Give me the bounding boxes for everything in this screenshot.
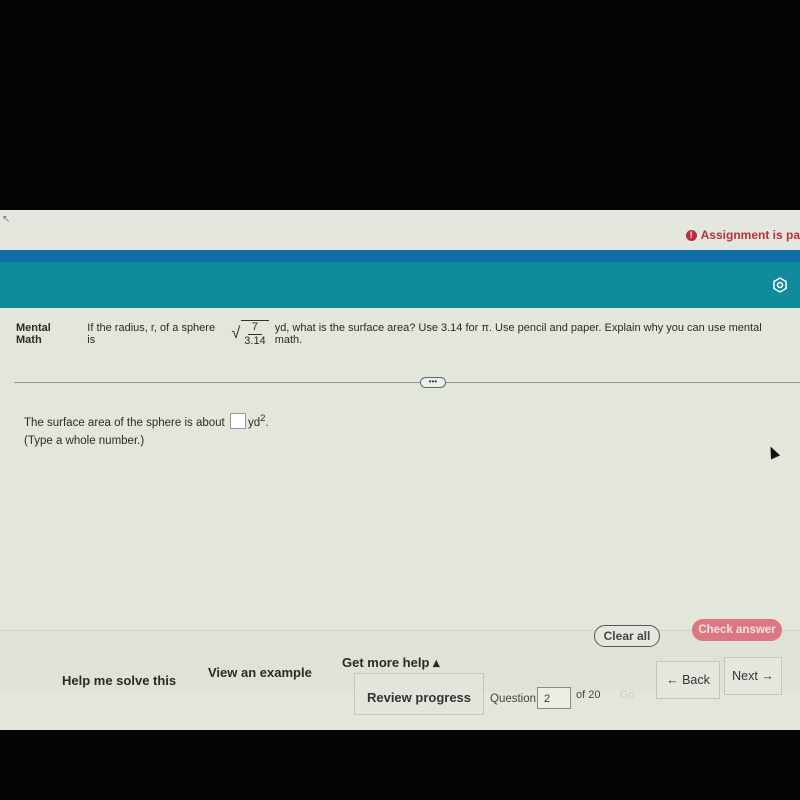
question-text: Mental Math If the radius, r, of a spher… <box>16 320 790 348</box>
app-screen: ↖ ! Assignment is pa Mental Math If the … <box>0 210 800 730</box>
answer-hint: (Type a whole number.) <box>24 434 145 447</box>
nav-bar: Review progress Question 2 of 20 Go ← Ba… <box>0 657 800 730</box>
answer-suffix: . <box>265 416 269 429</box>
next-button[interactable]: Next → <box>724 657 782 695</box>
alert-icon: ! <box>685 229 697 241</box>
assignment-status[interactable]: ! Assignment is pa <box>685 228 800 242</box>
answer-unit: yd <box>247 416 261 429</box>
mouse-pointer-icon <box>765 444 781 460</box>
sqrt-fraction: √ 7 3.14 <box>231 320 269 348</box>
go-button[interactable]: Go <box>620 689 635 701</box>
assignment-status-text: Assignment is pa <box>700 228 800 242</box>
top-bar: ↖ ! Assignment is pa <box>0 210 800 250</box>
sqrt-icon: √ <box>231 325 241 342</box>
question-text-before: If the radius, r, of a sphere is <box>87 322 216 346</box>
answer-prefix: The surface area of the sphere is about <box>24 416 225 429</box>
question-number-input[interactable]: 2 <box>537 687 571 709</box>
question-text-after: yd, what is the surface area? Use 3.14 f… <box>274 322 762 346</box>
question-label-text: Question <box>490 693 537 705</box>
question-label: Mental Math <box>16 322 51 346</box>
back-button[interactable]: ← Back <box>656 661 720 699</box>
divider <box>14 382 800 383</box>
pointer-icon: ↖ <box>2 214 11 225</box>
fraction-numerator: 7 <box>247 321 263 335</box>
header-stripe <box>0 250 800 262</box>
clear-all-button[interactable]: Clear all <box>594 625 660 647</box>
header-bar <box>0 262 800 308</box>
review-progress-button[interactable]: Review progress <box>354 673 484 715</box>
gear-icon[interactable] <box>772 277 788 293</box>
answer-area: The surface area of the sphere is about … <box>24 410 269 450</box>
get-more-help-link[interactable]: Get more help ▴ <box>342 655 440 671</box>
answer-input[interactable] <box>229 412 246 429</box>
expand-button[interactable]: ••• <box>420 377 446 388</box>
fraction-denominator: 3.14 <box>244 335 266 347</box>
check-answer-button[interactable]: Check answer <box>692 619 782 641</box>
question-total: of 20 <box>576 689 601 701</box>
